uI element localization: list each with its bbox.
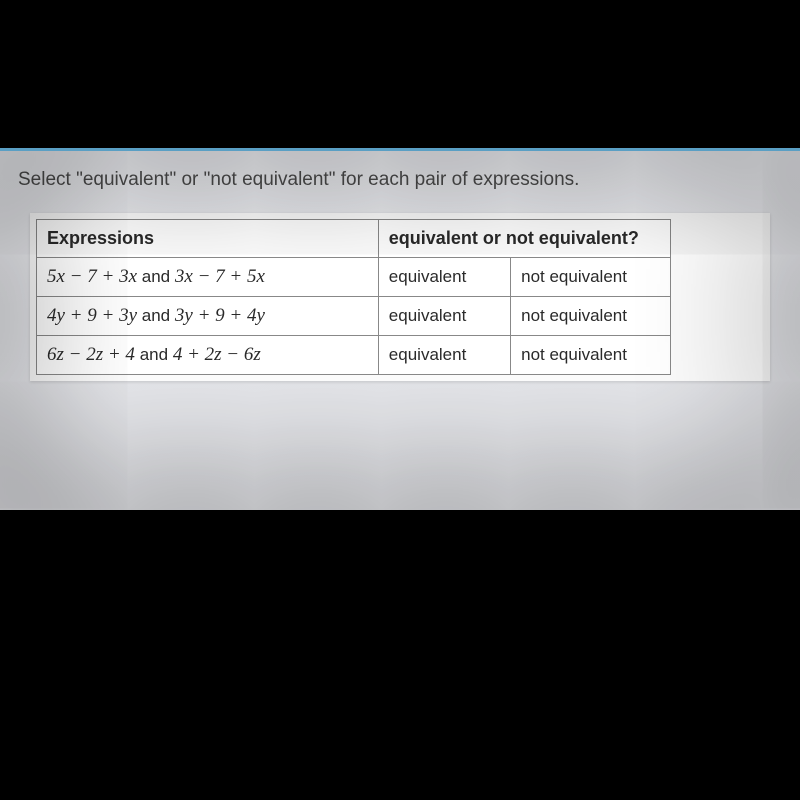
- expression-b: 4 + 2z − 6z: [173, 344, 261, 365]
- expression-a: 4y + 9 + 3y: [47, 305, 137, 326]
- expression-a: 6z − 2z + 4: [47, 344, 135, 365]
- joiner: and: [142, 306, 170, 325]
- instruction-text: Select "equivalent" or "not equivalent" …: [0, 151, 800, 213]
- table-row: 5x − 7 + 3x and 3x − 7 + 5x equivalent n…: [37, 258, 671, 297]
- expressions-table: Expressions equivalent or not equivalent…: [36, 219, 671, 375]
- table-header-row: Expressions equivalent or not equivalent…: [37, 220, 671, 258]
- joiner: and: [142, 267, 170, 286]
- choice-not-equivalent[interactable]: not equivalent: [511, 297, 671, 336]
- expression-b: 3x − 7 + 5x: [175, 266, 265, 287]
- header-expressions: Expressions: [37, 220, 379, 258]
- choice-equivalent[interactable]: equivalent: [378, 258, 510, 297]
- expression-cell: 5x − 7 + 3x and 3x − 7 + 5x: [37, 258, 379, 297]
- choice-not-equivalent[interactable]: not equivalent: [511, 258, 671, 297]
- expression-cell: 4y + 9 + 3y and 3y + 9 + 4y: [37, 297, 379, 336]
- expression-cell: 6z − 2z + 4 and 4 + 2z − 6z: [37, 336, 379, 375]
- worksheet-page: Select "equivalent" or "not equivalent" …: [0, 148, 800, 510]
- table-row: 4y + 9 + 3y and 3y + 9 + 4y equivalent n…: [37, 297, 671, 336]
- choice-equivalent[interactable]: equivalent: [378, 297, 510, 336]
- choice-equivalent[interactable]: equivalent: [378, 336, 510, 375]
- choice-not-equivalent[interactable]: not equivalent: [511, 336, 671, 375]
- expression-b: 3y + 9 + 4y: [175, 305, 265, 326]
- expression-a: 5x − 7 + 3x: [47, 266, 137, 287]
- joiner: and: [140, 345, 168, 364]
- header-equivalent: equivalent or not equivalent?: [378, 220, 670, 258]
- table-row: 6z − 2z + 4 and 4 + 2z − 6z equivalent n…: [37, 336, 671, 375]
- table-container: Expressions equivalent or not equivalent…: [30, 213, 770, 381]
